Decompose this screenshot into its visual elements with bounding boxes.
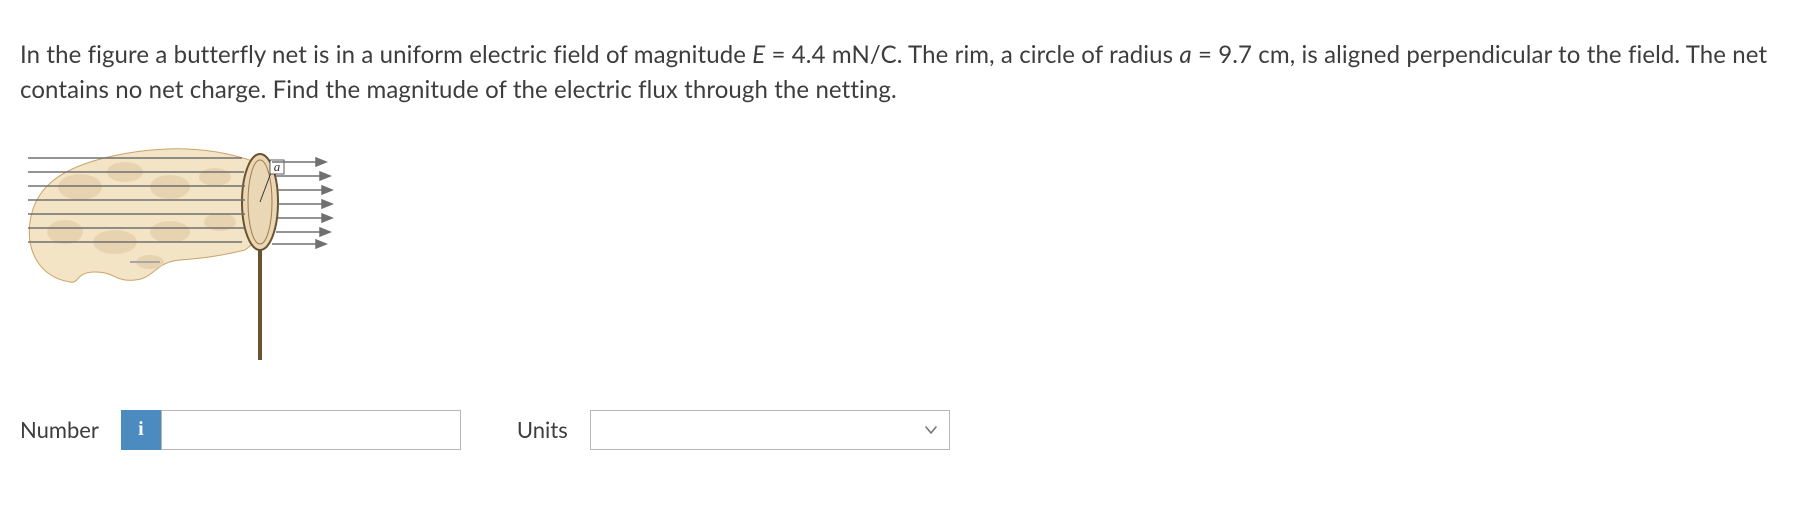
butterfly-net-diagram: a bbox=[20, 132, 340, 362]
symbol-E: E bbox=[752, 40, 765, 69]
number-label: Number bbox=[20, 416, 99, 443]
units-select[interactable] bbox=[590, 410, 950, 450]
info-icon-glyph: i bbox=[138, 418, 144, 441]
answer-row: Number i Units bbox=[20, 410, 1787, 450]
info-icon[interactable]: i bbox=[121, 410, 161, 450]
symbol-a: a bbox=[1179, 40, 1191, 69]
figure: a bbox=[20, 132, 340, 362]
number-input[interactable] bbox=[161, 410, 461, 450]
problem-text-part1: In the figure a butterfly net is in a un… bbox=[20, 40, 752, 69]
problem-statement: In the figure a butterfly net is in a un… bbox=[20, 38, 1787, 108]
units-label: Units bbox=[517, 416, 568, 443]
problem-text-part2: = 4.4 mN/C. The rim, a circle of radius bbox=[765, 40, 1179, 69]
